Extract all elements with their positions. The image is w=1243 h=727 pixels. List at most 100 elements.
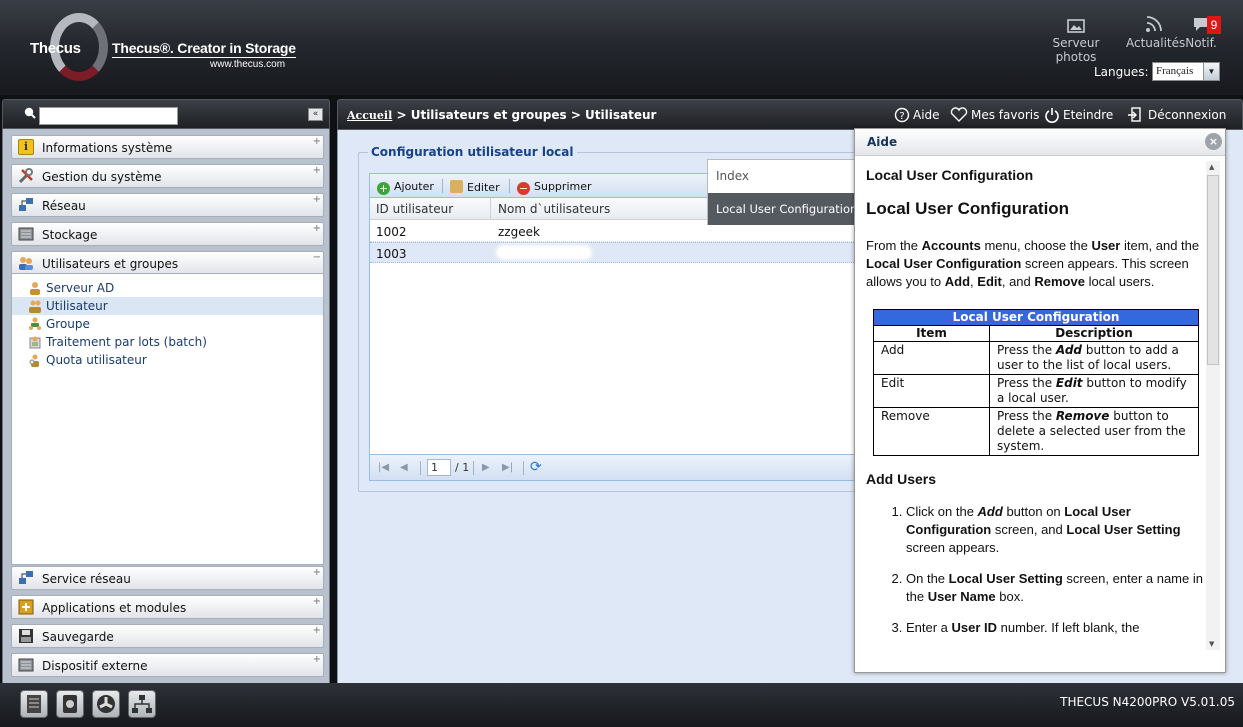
- sidebar-item-external-device[interactable]: Dispositif externe +: [11, 653, 324, 677]
- toolbar-separator: [442, 179, 443, 193]
- submenu-item-label: Quota utilisateur: [46, 353, 147, 367]
- prev-page-icon[interactable]: ◀: [400, 462, 408, 473]
- username-cell: zzgeek: [498, 225, 540, 239]
- edit-button[interactable]: Editer: [450, 180, 500, 194]
- submenu-item-user-quota[interactable]: Quota utilisateur: [12, 351, 323, 369]
- add-icon: +: [377, 182, 390, 195]
- shutdown-button[interactable]: Eteindre: [1044, 107, 1113, 123]
- language-select[interactable]: Français ▼: [1152, 62, 1220, 81]
- list-item: On the Local User Setting screen, enter …: [906, 570, 1206, 606]
- network-status-button[interactable]: [128, 690, 156, 718]
- sidebar-item-users-groups[interactable]: Utilisateurs et groupes −: [11, 251, 324, 275]
- logout-label: Déconnexion: [1148, 108, 1227, 122]
- column-header-username[interactable]: Nom d`utilisateurs: [498, 202, 610, 216]
- table-row: Add Press the Add button to add a user to…: [873, 341, 1199, 375]
- refresh-icon[interactable]: ⟳: [530, 459, 542, 475]
- help-content: Local User Configuration Local User Conf…: [866, 165, 1206, 650]
- menu-search-input[interactable]: [39, 107, 178, 125]
- help-table-header-item: Item: [873, 325, 990, 342]
- help-icon: ?: [894, 107, 910, 123]
- submenu-item-batch[interactable]: Traitement par lots (batch): [12, 333, 323, 351]
- help-panel: Aide × Local User Configuration Local Us…: [854, 128, 1226, 673]
- sidebar-item-apps-modules[interactable]: Applications et modules +: [11, 595, 324, 619]
- edit-icon: [450, 180, 463, 193]
- sidebar-item-system-management[interactable]: Gestion du système +: [11, 164, 324, 188]
- index-item-local-user-config[interactable]: Local User Configuration: [708, 193, 857, 225]
- table-row: Remove Press the Remove button to delete …: [873, 407, 1199, 456]
- submenu-item-group[interactable]: Groupe: [12, 315, 323, 333]
- favorites-button[interactable]: Mes favoris: [950, 107, 1039, 123]
- help-button[interactable]: ? Aide: [894, 107, 940, 123]
- expand-icon: +: [312, 194, 321, 205]
- svg-text:?: ?: [899, 111, 904, 122]
- storage-icon: [18, 226, 34, 242]
- scrollbar-thumb[interactable]: [1207, 175, 1219, 365]
- apps-icon: [18, 599, 34, 615]
- toolbar-separator: [473, 461, 474, 475]
- disk-status-button[interactable]: [20, 690, 48, 718]
- news-button[interactable]: Actualités: [1126, 15, 1186, 50]
- top-header: Thecus Thecus®. Creator in Storage www.t…: [0, 0, 1243, 95]
- first-page-icon[interactable]: |◀: [378, 462, 389, 473]
- submenu-item-user[interactable]: Utilisateur: [12, 297, 323, 315]
- scroll-down-icon[interactable]: ▼: [1209, 640, 1214, 648]
- add-users-heading: Add Users: [866, 471, 937, 487]
- fan-button[interactable]: [92, 690, 120, 718]
- delete-label: Supprimer: [534, 180, 592, 193]
- expand-icon: +: [312, 654, 321, 665]
- hdd-button[interactable]: [56, 690, 84, 718]
- list-item: Enter a User ID number. If left blank, t…: [906, 619, 1206, 637]
- heart-icon: [950, 107, 968, 122]
- external-device-icon: [18, 657, 34, 673]
- sidebar-item-network[interactable]: Réseau +: [11, 193, 324, 217]
- network-icon: [18, 197, 34, 213]
- sidebar-item-backup[interactable]: Sauvegarde +: [11, 624, 324, 648]
- sidebar-item-network-service[interactable]: Service réseau +: [11, 566, 324, 590]
- footer-bar: THECUS N4200PRO V5.01.05: [0, 683, 1243, 727]
- delete-icon: −: [517, 182, 530, 195]
- add-button[interactable]: + Ajouter: [377, 180, 434, 195]
- page-number-input[interactable]: 1: [427, 459, 451, 476]
- brand-name: Thecus: [30, 40, 81, 57]
- pagination-bar: |◀ ◀ 1 / 1 ▶ ▶| ⟳: [370, 454, 868, 480]
- last-page-icon[interactable]: ▶|: [502, 462, 513, 473]
- photo-server-button[interactable]: Serveur photos: [1031, 19, 1121, 64]
- firmware-version: THECUS N4200PRO V5.01.05: [1060, 695, 1235, 709]
- brand-slogan: Thecus®. Creator in Storage: [112, 40, 296, 58]
- expand-icon: +: [312, 625, 321, 636]
- news-label: Actualités: [1126, 36, 1186, 50]
- delete-button[interactable]: − Supprimer: [517, 180, 592, 195]
- sidebar-item-label: Gestion du système: [42, 170, 162, 184]
- favorites-label: Mes favoris: [971, 108, 1040, 122]
- redacted-username: [498, 247, 590, 258]
- batch-icon: [28, 335, 42, 349]
- toolbar-separator: [523, 461, 524, 475]
- submenu-item-label: Traitement par lots (batch): [46, 335, 207, 349]
- breadcrumb-home-link[interactable]: Accueil: [347, 109, 392, 122]
- help-heading-large: Local User Configuration: [866, 199, 1070, 218]
- users-icon: [18, 255, 34, 271]
- table-row[interactable]: 1003: [370, 242, 868, 263]
- help-label: Aide: [913, 108, 940, 122]
- sidebar-item-storage[interactable]: Stockage +: [11, 222, 324, 246]
- logout-button[interactable]: Déconnexion: [1127, 107, 1226, 123]
- edit-label: Editer: [467, 181, 500, 194]
- sidebar-item-system-info[interactable]: i Informations système +: [11, 135, 324, 159]
- column-header-user-id[interactable]: ID utilisateur: [376, 202, 453, 216]
- help-index-popup: Index Local User Configuration: [707, 159, 857, 225]
- submenu-item-ad-server[interactable]: Serveur AD: [12, 279, 323, 297]
- help-heading-small: Local User Configuration: [866, 167, 1034, 183]
- help-scrollbar[interactable]: ▲ ▼: [1206, 161, 1220, 650]
- next-page-icon[interactable]: ▶: [482, 462, 490, 473]
- chevron-down-icon: ▼: [1203, 63, 1219, 80]
- expand-icon: +: [312, 567, 321, 578]
- language-label: Langues:: [1094, 65, 1149, 79]
- sidebar-item-label: Dispositif externe: [42, 659, 148, 673]
- scroll-up-icon[interactable]: ▲: [1209, 163, 1214, 171]
- toolbar-separator: [509, 179, 510, 193]
- notification-count-badge: 9: [1207, 16, 1221, 34]
- submenu-item-label: Serveur AD: [46, 281, 115, 295]
- collapse-sidebar-button[interactable]: «: [308, 108, 323, 121]
- submenu-item-label: Groupe: [46, 317, 90, 331]
- close-icon[interactable]: ×: [1205, 133, 1222, 150]
